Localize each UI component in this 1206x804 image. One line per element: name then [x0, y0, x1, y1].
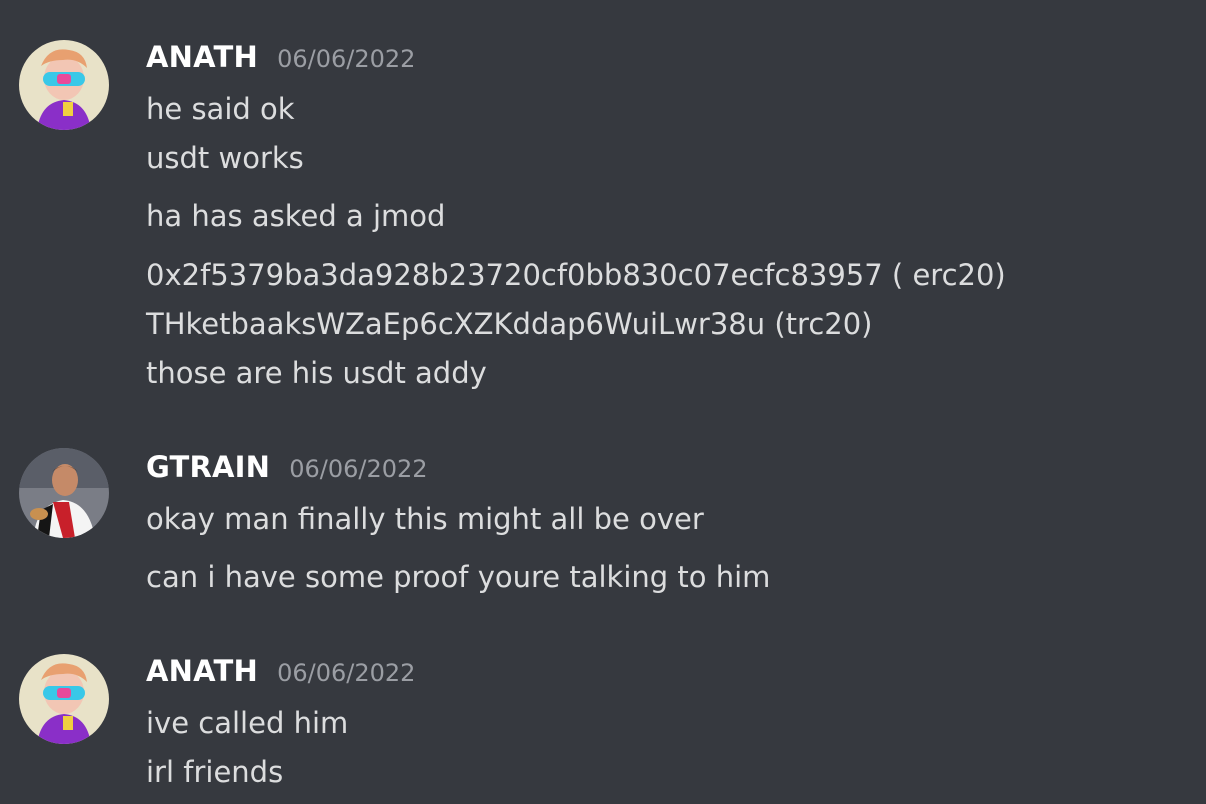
- message-header: ANATH 06/06/2022: [146, 40, 415, 80]
- message-header: ANATH 06/06/2022: [146, 654, 415, 694]
- username[interactable]: ANATH: [146, 40, 258, 74]
- timestamp: 06/06/2022: [277, 45, 416, 73]
- message-text: irl friends: [146, 755, 284, 789]
- user-avatar-anath[interactable]: [19, 40, 109, 130]
- username[interactable]: GTRAIN: [146, 450, 270, 484]
- message-text: okay man finally this might all be over: [146, 502, 704, 536]
- message-text: he said ok: [146, 92, 295, 126]
- message-text: ha has asked a jmod: [146, 199, 446, 233]
- message-text: THketbaaksWZaEp6cXZKddap6WuiLwr38u (trc2…: [146, 307, 873, 341]
- message-header: GTRAIN 06/06/2022: [146, 450, 428, 490]
- message-text: usdt works: [146, 141, 304, 175]
- anath-avatar-icon: [19, 654, 109, 744]
- message-text: ive called him: [146, 706, 349, 740]
- user-avatar-gtrain[interactable]: [19, 448, 109, 538]
- message-text: 0x2f5379ba3da928b23720cf0bb830c07ecfc839…: [146, 258, 1006, 292]
- gtrain-avatar-icon: [19, 448, 109, 538]
- message-text: can i have some proof youre talking to h…: [146, 560, 771, 594]
- timestamp: 06/06/2022: [289, 455, 428, 483]
- timestamp: 06/06/2022: [277, 659, 416, 687]
- anath-avatar-icon: [19, 40, 109, 130]
- username[interactable]: ANATH: [146, 654, 258, 688]
- message-text: those are his usdt addy: [146, 356, 487, 390]
- user-avatar-anath[interactable]: [19, 654, 109, 744]
